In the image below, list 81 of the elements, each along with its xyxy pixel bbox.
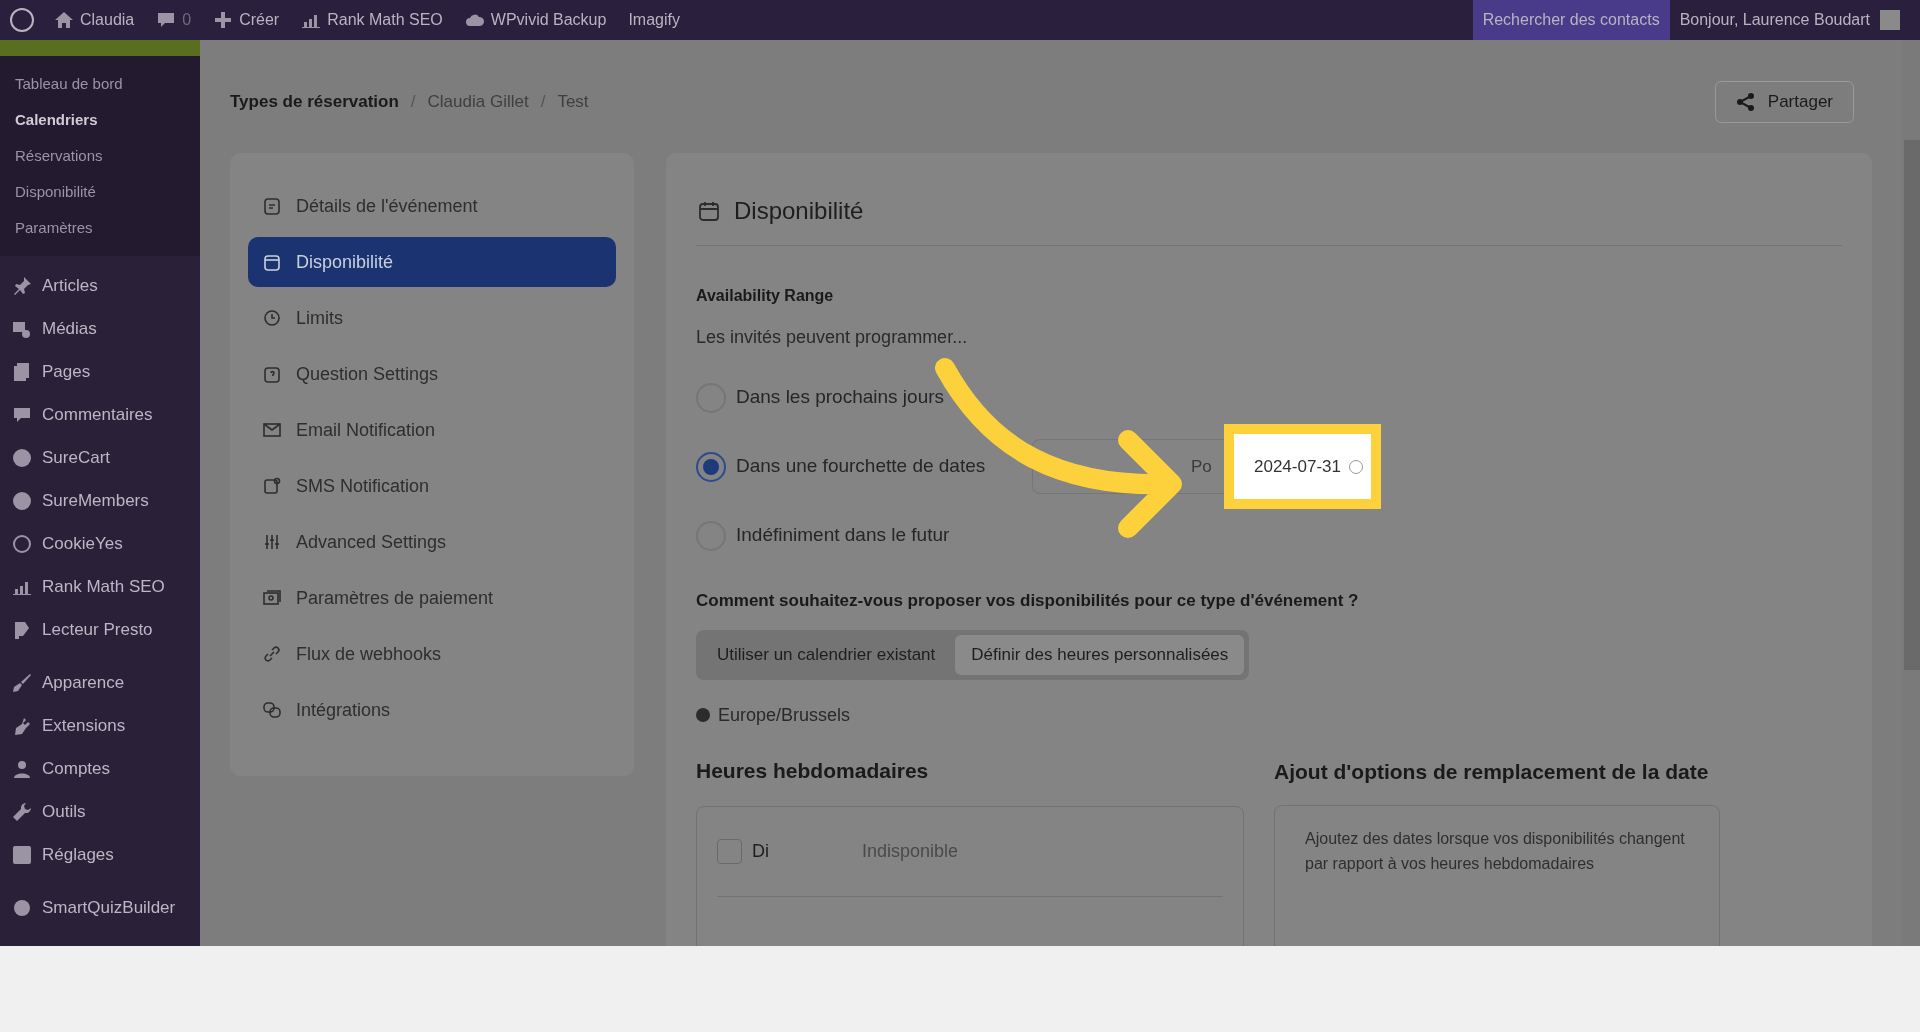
notification-square-icon <box>262 476 282 496</box>
settings-nav-item[interactable]: Détails de l'événement <box>248 181 616 231</box>
submenu-link[interactable]: Réservations <box>0 138 200 174</box>
settings-nav-item[interactable]: Limits <box>248 293 616 343</box>
section-label: Availability Range <box>696 286 835 306</box>
timezone-label: Europe/Brussels <box>718 703 851 727</box>
payment-card-icon <box>262 588 282 608</box>
intro-text: Les invités peuvent programmer... <box>696 326 969 349</box>
pages-icon <box>12 361 32 382</box>
section-heading: Heures hebdomadaires <box>696 757 930 784</box>
question-calendar-icon <box>262 364 282 384</box>
share-button[interactable]: Partager <box>1714 81 1854 123</box>
clock-icon <box>262 308 282 328</box>
menu-item[interactable]: Médias <box>0 307 200 350</box>
submenu-link[interactable]: Disponibilité <box>0 174 200 210</box>
share-icon <box>1735 92 1756 112</box>
contact-search-link[interactable]: Rechercher des contacts <box>1472 0 1670 40</box>
mode-tab[interactable]: Définir des heures personnalisées <box>955 634 1245 675</box>
settings-nav-item[interactable]: Advanced Settings <box>248 517 616 567</box>
paintbrush-icon <box>12 672 32 693</box>
breadcrumb-link[interactable]: Types de réservation <box>230 89 399 115</box>
menu-item[interactable]: Outils <box>0 790 200 833</box>
plus-icon[interactable] <box>213 10 234 30</box>
section-heading: Ajout d'options de remplacement de la date <box>1274 758 1710 785</box>
flag-icon <box>12 619 32 640</box>
range-separator: Po <box>1191 455 1212 478</box>
checkbox[interactable] <box>717 839 742 864</box>
linked-squares-icon <box>262 700 282 720</box>
wrench-icon <box>12 801 32 822</box>
link-icon <box>262 644 282 664</box>
person-icon <box>12 758 32 779</box>
menu-item[interactable]: Lecteur Presto <box>0 608 200 651</box>
breadcrumb-separator: / <box>410 91 416 114</box>
option-label: Indéfiniment dans le futur <box>736 523 951 548</box>
submenu-link[interactable]: Tableau de bord <box>0 66 200 102</box>
speech-bubble-icon[interactable] <box>156 10 177 30</box>
settings-nav-item[interactable]: Question Settings <box>248 349 616 399</box>
settings-nav-item[interactable]: Email Notification <box>248 405 616 455</box>
settings-nav-item[interactable]: Disponibilité <box>248 237 616 287</box>
menu-item[interactable]: Pages <box>0 350 200 393</box>
settings-nav-item[interactable]: SMS Notification <box>248 461 616 511</box>
toolbar-link[interactable]: Claudia <box>80 8 135 32</box>
breadcrumb-separator: / <box>540 91 546 114</box>
question-text: Comment souhaitez-vous proposer vos disponibilités pour ce type d'événement ? <box>696 590 1360 612</box>
home-icon[interactable] <box>54 10 74 30</box>
toolbar-link[interactable]: Imagify <box>628 8 680 32</box>
option-label: Dans les prochains jours <box>736 385 946 410</box>
settings-nav-item[interactable]: Paramètres de paiement <box>248 573 616 623</box>
greeting-link[interactable]: Bonjour, Laurence Boudart <box>1679 8 1870 32</box>
submenu-link[interactable]: Calendriers <box>0 102 200 138</box>
calendar-icon <box>262 252 282 272</box>
menu-item[interactable]: Extensions <box>0 704 200 747</box>
notepad-icon <box>262 196 282 216</box>
settings-nav-item[interactable]: Intégrations <box>248 685 616 735</box>
menu-item[interactable]: SureCart <box>0 436 200 479</box>
toolbar-link[interactable]: Rank Math SEO <box>327 8 443 32</box>
day-label: Di <box>752 840 770 863</box>
toolbar-link[interactable]: Créer <box>239 8 280 32</box>
option-label: Dans une fourchette de dates <box>736 454 987 479</box>
menu-item[interactable]: CookieYes <box>0 522 200 565</box>
radio-button[interactable] <box>696 451 726 482</box>
end-date-value[interactable]: 2024-07-31 <box>1254 453 1341 480</box>
menu-item[interactable]: Articles <box>0 264 200 307</box>
menu-item[interactable]: Comptes <box>0 747 200 790</box>
submenu-link[interactable]: Paramètres <box>0 210 200 246</box>
menu-item[interactable]: Rank Math SEO <box>0 565 200 608</box>
menu-item[interactable]: SureMembers <box>0 479 200 522</box>
overrides-description: Ajoutez des dates lorsque vos disponibilités changent par rapport à vos heures hebdomadaires <box>1305 828 1686 874</box>
menu-item[interactable]: Commentaires <box>0 393 200 436</box>
menu-item[interactable]: Apparence <box>0 661 200 704</box>
menu-item[interactable]: SmartQuizBuilder <box>0 886 200 929</box>
panel-title: Disponibilité <box>734 196 864 226</box>
mode-tab[interactable]: Utiliser un calendrier existant <box>701 634 952 675</box>
settings-nav-item[interactable]: Flux de webhooks <box>248 629 616 679</box>
menu-item[interactable]: Réglages <box>0 833 200 876</box>
day-status: Indisponible <box>862 840 959 863</box>
envelope-icon <box>262 420 282 440</box>
calendar-icon <box>698 200 720 222</box>
plug-icon <box>12 715 32 736</box>
pushpin-icon <box>12 275 32 296</box>
toolbar-link[interactable]: WPvivid Backup <box>490 8 607 32</box>
